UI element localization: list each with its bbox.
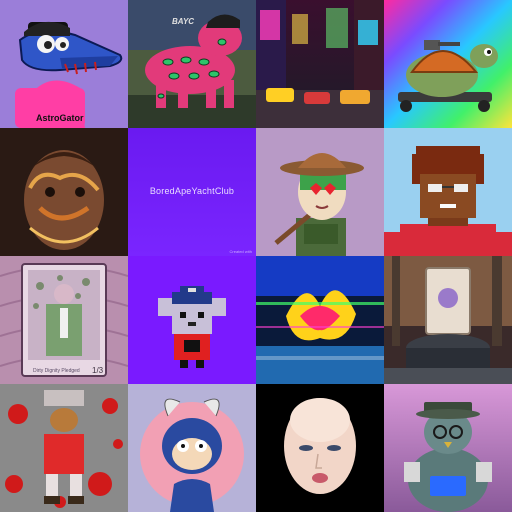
card-number: 1/3 xyxy=(92,366,104,375)
nft-tile-horned-monkey[interactable] xyxy=(128,384,256,512)
cowgirl-image xyxy=(256,128,384,256)
alligator-image xyxy=(0,0,128,128)
pigeon-robot-image xyxy=(384,384,512,512)
nft-tile-astrogator[interactable]: AstroGator xyxy=(0,0,128,128)
nft-tile-pixel-mouse[interactable] xyxy=(128,256,256,384)
nft-tile-turtle-tank[interactable] xyxy=(384,0,512,128)
nft-tile-painted-portrait[interactable] xyxy=(0,128,128,256)
nft-tile-forest-card[interactable] xyxy=(384,256,512,384)
card-title: Dirty Dignity Pledged xyxy=(33,368,80,374)
nft-tile-neon-city[interactable] xyxy=(256,0,384,128)
nft-gallery-grid: AstroGator BAYC BoredApeYachtClub Create… xyxy=(0,0,512,512)
glitch-flower-image xyxy=(256,256,384,384)
nft-tile-pixel-person[interactable] xyxy=(384,128,512,256)
horned-monkey-image xyxy=(128,384,256,512)
nft-tile-suit-card[interactable]: Dirty Dignity Pledged 1/3 xyxy=(0,256,128,384)
nft-tile-bald-face[interactable] xyxy=(256,384,384,512)
nft-tile-cowgirl[interactable] xyxy=(256,128,384,256)
credit-text: Created with xyxy=(229,249,252,254)
nft-tile-glitch-flower[interactable] xyxy=(256,256,384,384)
nft-tile-bayc-banner[interactable]: BoredApeYachtClub Created with xyxy=(128,128,256,256)
bald-face-image xyxy=(256,384,384,512)
red-teddy-image xyxy=(0,384,128,512)
neon-city-image xyxy=(256,0,384,128)
nft-tile-pigeon-robot[interactable] xyxy=(384,384,512,512)
pixel-person-image xyxy=(384,128,512,256)
turtle-tank-image xyxy=(384,0,512,128)
pixel-mouse-image xyxy=(128,256,256,384)
nft-tile-red-teddy[interactable] xyxy=(0,384,128,512)
card-image xyxy=(0,256,128,384)
painted-portrait-image xyxy=(0,128,128,256)
nft-tile-robot-dog[interactable]: BAYC xyxy=(128,0,256,128)
forest-card-image xyxy=(384,256,512,384)
collection-label: BoredApeYachtClub xyxy=(149,186,235,196)
cap-text: BAYC xyxy=(172,17,195,26)
shirt-text: AstroGator xyxy=(36,113,84,123)
